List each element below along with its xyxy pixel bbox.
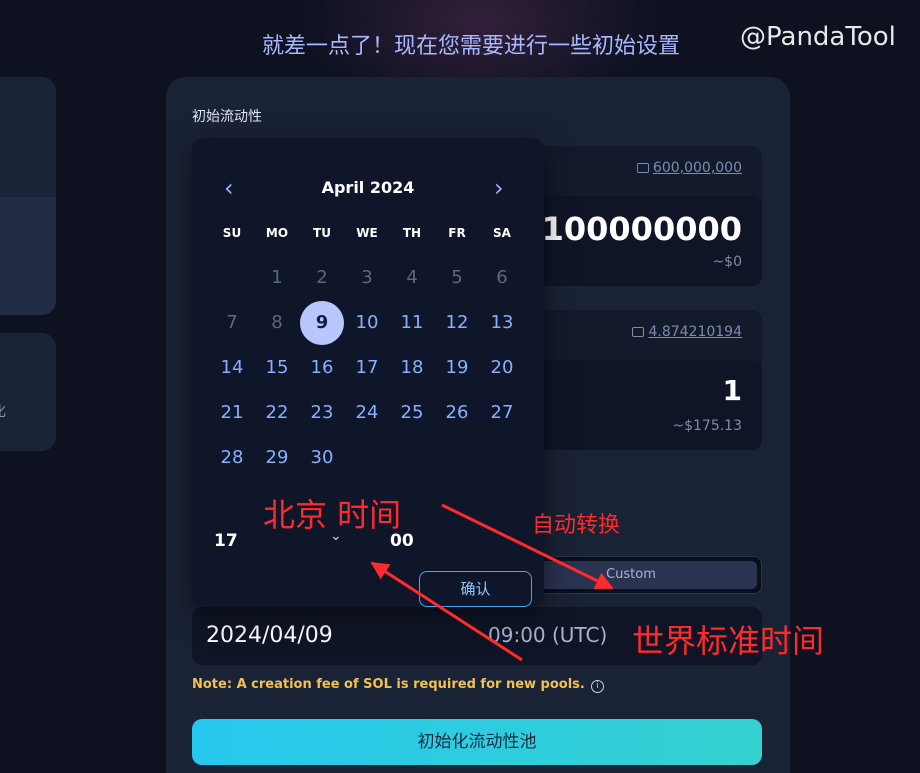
calendar-day[interactable]: 18: [390, 346, 434, 390]
calendar-day[interactable]: 28: [210, 436, 254, 480]
token-balance-value: 600,000,000: [652, 160, 742, 176]
calendar-day[interactable]: 16: [300, 346, 344, 390]
calendar-day[interactable]: 27: [480, 391, 524, 435]
token-balance[interactable]: 600,000,000: [636, 160, 742, 176]
annotation-auto-convert: 自动转换: [532, 513, 621, 538]
calendar-day[interactable]: 11: [390, 301, 434, 345]
calendar-day-selected[interactable]: 9: [300, 301, 344, 345]
note-text: Note: A creation fee of SOL is required …: [192, 677, 585, 692]
calendar-day: 1: [271, 267, 283, 288]
weekday-label: SU: [222, 226, 242, 240]
calendar-month-title: April 2024: [321, 178, 415, 197]
sol-usd-value: ~$175.13: [672, 418, 742, 434]
calendar-day[interactable]: 22: [255, 391, 299, 435]
weekday-label: MO: [265, 226, 289, 240]
calendar-day: 6: [496, 267, 508, 288]
date-value: 2024/04/09: [206, 623, 333, 648]
left-panel-inner: [0, 197, 56, 315]
hour-select[interactable]: 17: [214, 531, 238, 551]
calendar-day[interactable]: 23: [300, 391, 344, 435]
calendar-day[interactable]: 19: [435, 346, 479, 390]
calendar-day[interactable]: 20: [480, 346, 524, 390]
calendar-day: 8: [271, 312, 283, 333]
card-label: 初始流动性: [192, 109, 262, 125]
calendar-day[interactable]: 17: [345, 346, 389, 390]
time-value: 09:00 (UTC): [488, 623, 608, 647]
calendar-day[interactable]: 15: [255, 346, 299, 390]
creation-fee-note: Note: A creation fee of SOL is required …: [192, 677, 604, 693]
sol-amount-value: 1: [722, 374, 742, 407]
calendar-day[interactable]: 10: [345, 301, 389, 345]
calendar-day: 2: [316, 267, 328, 288]
weekday-label: TU: [313, 226, 331, 240]
confirm-button[interactable]: 确认: [419, 571, 532, 607]
wallet-icon: [636, 163, 649, 173]
calendar-day[interactable]: 26: [435, 391, 479, 435]
token-usd-value: ~$0: [712, 254, 742, 270]
calendar-day[interactable]: 13: [480, 301, 524, 345]
calendar-day: 4: [406, 267, 418, 288]
calendar-day[interactable]: 25: [390, 391, 434, 435]
weekday-label: SA: [493, 226, 511, 240]
sol-balance[interactable]: 4.874210194: [632, 324, 742, 340]
calendar-day: 7: [226, 312, 238, 333]
calendar-day[interactable]: 12: [435, 301, 479, 345]
calendar-day[interactable]: 14: [210, 346, 254, 390]
calendar-day: 3: [361, 267, 373, 288]
calendar-day: 5: [451, 267, 463, 288]
chevron-right-icon[interactable]: ›: [494, 174, 504, 202]
weekday-label: WE: [356, 226, 378, 240]
calendar-day[interactable]: 21: [210, 391, 254, 435]
sol-balance-value: 4.874210194: [648, 324, 742, 340]
annotation-utc: 世界标准时间: [632, 622, 825, 660]
left-panel-bottom: 化: [0, 333, 56, 451]
info-icon[interactable]: i: [590, 680, 604, 693]
left-panel-top: [0, 77, 56, 315]
watermark: @PandaTool: [740, 22, 896, 52]
initialize-pool-button[interactable]: 初始化流动性池: [192, 719, 762, 765]
weekday-label: FR: [448, 226, 466, 240]
wallet-icon: [632, 327, 645, 337]
annotation-beijing-time: 北京 时间: [263, 496, 402, 534]
token-amount-value: 100000000: [541, 210, 742, 248]
page-title: 就差一点了！现在您需要进行一些初始设置: [262, 34, 681, 59]
calendar-day[interactable]: 29: [255, 436, 299, 480]
weekday-label: TH: [402, 226, 422, 240]
calendar-day[interactable]: 30: [300, 436, 344, 480]
calendar-day[interactable]: 24: [345, 391, 389, 435]
left-panel-text: 化: [0, 401, 6, 421]
